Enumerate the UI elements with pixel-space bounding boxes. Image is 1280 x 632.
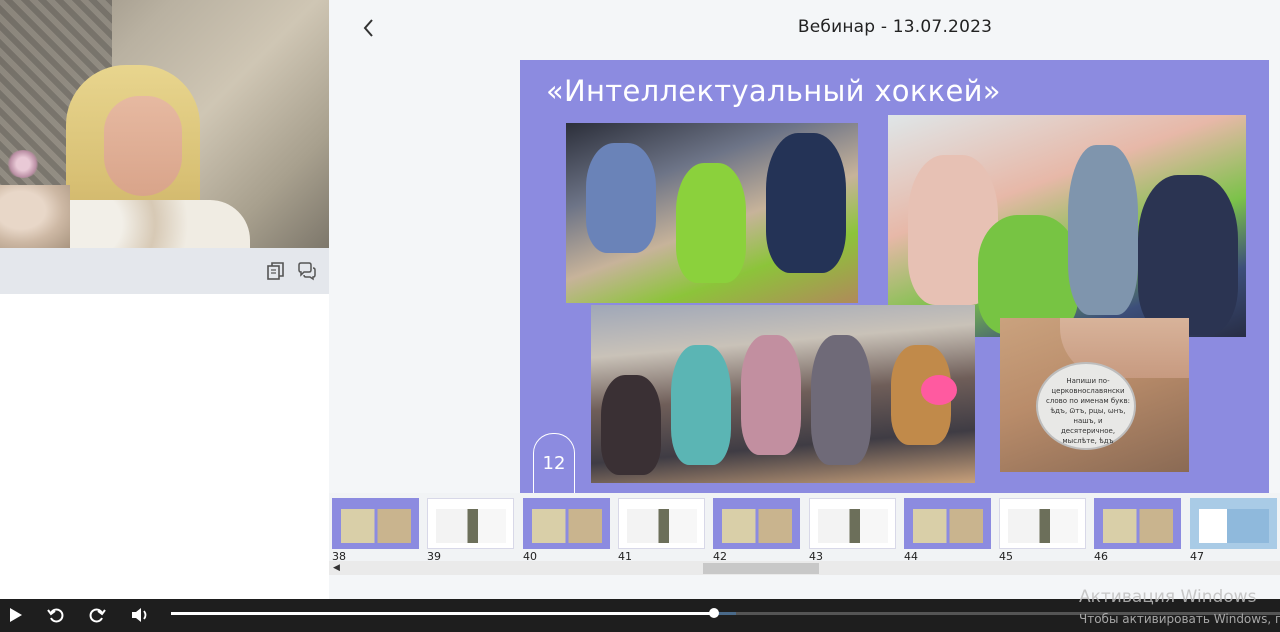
volume-icon[interactable] bbox=[129, 604, 151, 626]
progress-fill bbox=[171, 612, 714, 615]
task-card-text: Напиши по-церковнославянски слово по име… bbox=[1046, 377, 1131, 445]
slide-thumbnail[interactable] bbox=[523, 498, 610, 549]
slide-thumbnail[interactable] bbox=[427, 498, 514, 549]
windows-activation-title: Активация Windows bbox=[1079, 587, 1257, 607]
notes-area bbox=[0, 294, 329, 599]
slide-photo-4: Напиши по-церковнославянски слово по име… bbox=[1000, 318, 1189, 472]
rewind-icon[interactable] bbox=[45, 604, 67, 626]
page-title: Вебинар - 13.07.2023 bbox=[797, 17, 993, 37]
slide-photo-1 bbox=[566, 123, 858, 303]
slide-thumbnail[interactable] bbox=[1094, 498, 1181, 549]
video-toolbar bbox=[0, 248, 329, 294]
chat-icon[interactable] bbox=[296, 260, 318, 282]
slide-thumbnail[interactable] bbox=[999, 498, 1086, 549]
current-slide: «Интеллектуальный хоккей» Напиши по-церк… bbox=[520, 60, 1269, 493]
thumbnail-content bbox=[1199, 509, 1269, 543]
video-flower bbox=[6, 150, 40, 178]
thumbnail-content bbox=[341, 509, 411, 543]
thumbnail-content bbox=[1008, 509, 1078, 543]
thumbnail-content bbox=[818, 509, 888, 543]
slide-thumbnail[interactable] bbox=[904, 498, 991, 549]
slide-photo-3 bbox=[591, 305, 975, 483]
thumbnail-content bbox=[722, 509, 792, 543]
play-icon[interactable] bbox=[4, 604, 26, 626]
forward-icon[interactable] bbox=[86, 604, 108, 626]
slide-number: 12 bbox=[542, 453, 566, 474]
windows-activation-text: Чтобы активировать Windows, п bbox=[1079, 612, 1280, 626]
slide-thumbnail[interactable] bbox=[809, 498, 896, 549]
thumbnail-content bbox=[627, 509, 697, 543]
chevron-left-icon[interactable] bbox=[358, 16, 380, 40]
task-card: Напиши по-церковнославянски слово по име… bbox=[1036, 362, 1136, 450]
presenter-face bbox=[104, 96, 182, 196]
copy-icon[interactable] bbox=[265, 260, 287, 282]
thumbnail-content bbox=[532, 509, 602, 543]
slide-thumbnail[interactable] bbox=[1190, 498, 1277, 549]
slide-photo-2 bbox=[888, 115, 1246, 337]
slide-thumbnail[interactable] bbox=[332, 498, 419, 549]
video-plant bbox=[0, 185, 70, 248]
scroll-left-icon[interactable]: ◀ bbox=[333, 563, 340, 573]
scrollbar-thumb[interactable] bbox=[703, 563, 819, 574]
presenter-video[interactable] bbox=[0, 0, 329, 248]
slide-thumbnail[interactable] bbox=[713, 498, 800, 549]
progress-handle[interactable] bbox=[709, 608, 719, 618]
slide-thumbnail[interactable] bbox=[618, 498, 705, 549]
thumbnail-content bbox=[913, 509, 983, 543]
slide-title: «Интеллектуальный хоккей» bbox=[546, 74, 1001, 108]
thumbnail-content bbox=[1103, 509, 1173, 543]
thumbnail-content bbox=[436, 509, 506, 543]
